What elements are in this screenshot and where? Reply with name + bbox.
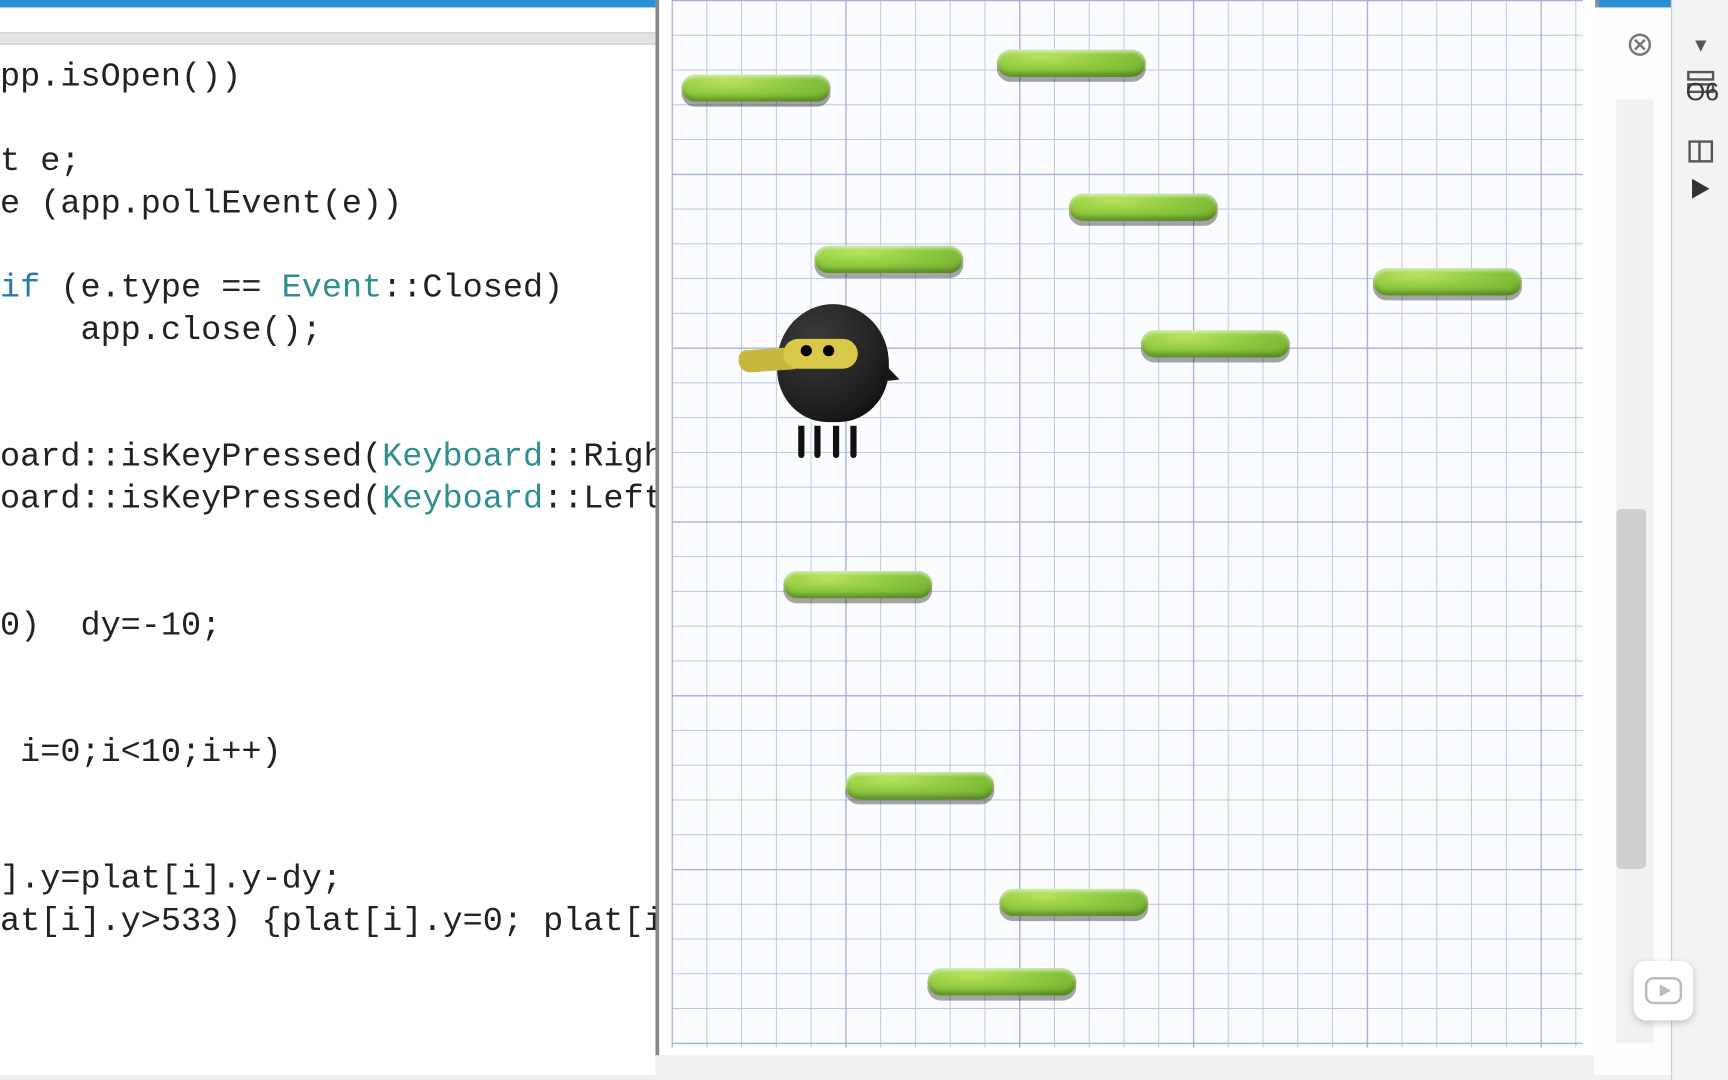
titlebar-accent-left [0, 0, 655, 7]
sidebar-label: O6 [1686, 79, 1728, 108]
scrollbar-thumb[interactable] [1616, 509, 1646, 869]
game-window[interactable] [655, 0, 1598, 1055]
platform [997, 50, 1146, 77]
platform [1373, 268, 1522, 295]
player-character [746, 304, 907, 453]
platform [845, 772, 994, 799]
close-icon[interactable] [1621, 27, 1658, 62]
platform [1069, 194, 1218, 221]
code-text[interactable]: pp.isOpen()) t e; e (app.pollEvent(e)) i… [0, 57, 655, 943]
properties-window-icon[interactable] [1682, 134, 1719, 169]
platform [814, 246, 963, 273]
platform [927, 968, 1076, 995]
dropdown-icon[interactable]: ▾ [1682, 27, 1719, 62]
platform [682, 74, 831, 101]
play-solid-icon[interactable] [1682, 171, 1719, 206]
game-canvas[interactable] [672, 0, 1583, 1048]
right-sidebar: ▾ [1671, 0, 1728, 1080]
platform [1141, 330, 1290, 357]
code-editor[interactable]: pp.isOpen()) t e; e (app.pollEvent(e)) i… [0, 7, 655, 1075]
platform [999, 889, 1148, 916]
editor-ruler [0, 32, 655, 44]
video-player-icon[interactable] [1634, 961, 1694, 1021]
platform [783, 571, 932, 598]
